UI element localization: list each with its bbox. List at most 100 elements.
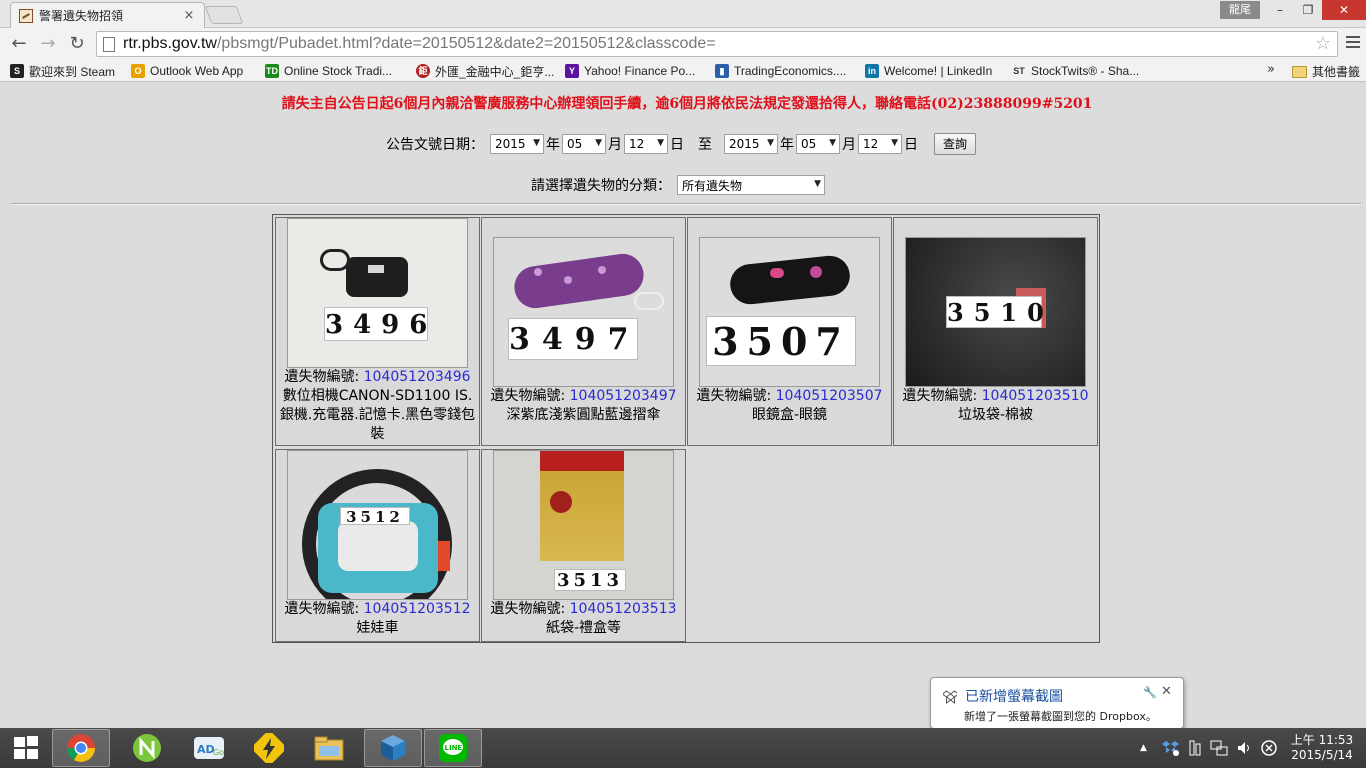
reload-icon[interactable]: ↻ <box>66 32 88 56</box>
item-photo[interactable]: 3513 <box>493 450 674 600</box>
dropbox-icon <box>943 690 957 704</box>
new-tab-button[interactable] <box>204 6 244 24</box>
action-center-tray-icon[interactable] <box>1260 728 1278 768</box>
other-bookmarks-folder[interactable]: 其他書籤 <box>1292 63 1360 80</box>
item-number-tag: 3510 <box>946 296 1054 328</box>
item-label: 遺失物編號: 104051203512 娃娃車 <box>276 600 479 638</box>
lightning-app-icon <box>254 733 284 763</box>
item-photo[interactable]: 3507 <box>699 237 880 387</box>
browser-tab[interactable]: 警署遺失物招領 × <box>10 2 205 28</box>
unit-month: 月 <box>842 137 856 153</box>
line-icon: LINE <box>439 734 467 762</box>
device-tray-icon[interactable] <box>1188 728 1202 768</box>
browser-titlebar: 警署遺失物招領 × 龍尾 – ❐ ✕ <box>0 0 1366 28</box>
page-content: 請失主自公告日起6個月內親洽警廣服務中心辦理領回手續，逾6個月將依民法規定發還拾… <box>0 83 1366 728</box>
unit-month: 月 <box>608 137 622 153</box>
lost-item-card: 3497 遺失物編號: 104051203497 深紫底淺紫圓點藍邊摺傘 <box>481 217 686 446</box>
taskbar-chrome[interactable] <box>52 729 110 767</box>
item-label: 遺失物編號: 104051203497 深紫底淺紫圓點藍邊摺傘 <box>482 387 685 425</box>
volume-tray-icon[interactable] <box>1236 728 1252 768</box>
from-day-select[interactable]: 12 <box>624 134 668 154</box>
bookmarks-bar: S 歡迎來到 Steam O Outlook Web App TD Online… <box>0 60 1366 82</box>
category-select[interactable]: 所有遺失物 <box>677 175 825 195</box>
toast-body: 新增了一張螢幕截圖到您的 Dropbox。 <box>964 710 1157 723</box>
file-explorer-icon <box>314 736 344 761</box>
bookmark-yahoo[interactable]: Y Yahoo! Finance Po... <box>565 62 695 80</box>
item-id-link[interactable]: 104051203496 <box>364 369 471 385</box>
dropbox-notification[interactable]: 已新增螢幕截圖 新增了一張螢幕截圖到您的 Dropbox。 🔧 ✕ <box>930 677 1184 739</box>
item-photo[interactable]: 3512 <box>287 450 468 600</box>
query-button[interactable]: 查詢 <box>934 133 976 155</box>
taskbar-virtualbox[interactable] <box>364 729 422 767</box>
item-number-tag: 3512 <box>340 507 410 526</box>
address-bar[interactable]: rtr.pbs.gov.tw/pbsmgt/Pubadet.html?date=… <box>96 31 1338 57</box>
item-description: 垃圾袋-棉被 <box>957 407 1034 423</box>
to-year-select[interactable]: 2015 <box>724 134 778 154</box>
item-photo[interactable]: 3496 <box>287 218 468 368</box>
to-month-select[interactable]: 05 <box>796 134 840 154</box>
windows-taskbar: AD Go LINE ▲ 上午 11:53 2015/5/14 <box>0 728 1366 768</box>
from-year-select[interactable]: 2015 <box>490 134 544 154</box>
item-photo[interactable]: 3510 <box>905 237 1086 387</box>
to-day-select[interactable]: 12 <box>858 134 902 154</box>
bookmark-td[interactable]: TD Online Stock Tradi... <box>265 62 392 80</box>
taskbar-adgo[interactable]: AD Go <box>180 729 238 767</box>
browser-toolbar: ← → ↻ rtr.pbs.gov.tw/pbsmgt/Pubadet.html… <box>0 28 1366 60</box>
minimize-button[interactable]: – <box>1266 0 1294 20</box>
taskbar-line[interactable]: LINE <box>424 729 482 767</box>
unit-year: 年 <box>546 137 560 153</box>
toast-close-icon[interactable]: ✕ <box>1161 684 1172 699</box>
item-id-prefix: 遺失物編號: <box>902 388 982 404</box>
item-id-link[interactable]: 104051203497 <box>570 388 677 404</box>
folder-icon <box>1292 65 1307 78</box>
bookmark-steam[interactable]: S 歡迎來到 Steam <box>10 62 115 80</box>
item-number-tag: 3507 <box>706 316 856 366</box>
claim-notice: 請失主自公告日起6個月內親洽警廣服務中心辦理領回手續，逾6個月將依民法規定發還拾… <box>281 96 1093 112</box>
profile-badge[interactable]: 龍尾 <box>1220 1 1260 19</box>
from-month-select[interactable]: 05 <box>562 134 606 154</box>
item-description: 眼鏡盒-眼鏡 <box>751 407 828 423</box>
bookmark-outlook[interactable]: O Outlook Web App <box>131 62 243 80</box>
bookmark-linkedin[interactable]: in Welcome! | LinkedIn <box>865 62 992 80</box>
forward-arrow-icon[interactable]: → <box>37 32 59 56</box>
to-word: 至 <box>698 137 712 153</box>
bookmarks-overflow-chevron-icon[interactable]: » <box>1267 62 1275 77</box>
system-clock[interactable]: 上午 11:53 2015/5/14 <box>1284 733 1360 763</box>
close-window-button[interactable]: ✕ <box>1322 0 1366 20</box>
network-tray-icon[interactable] <box>1210 728 1228 768</box>
item-number-tag: 3496 <box>324 307 428 341</box>
unit-day: 日 <box>670 137 684 153</box>
clock-time: 上午 11:53 <box>1290 733 1354 747</box>
item-id-link[interactable]: 104051203510 <box>982 388 1089 404</box>
lost-item-card: 3512 遺失物編號: 104051203512 娃娃車 <box>275 449 480 642</box>
bookmark-cnyes[interactable]: 鉅 外匯_金融中心_鉅亨... <box>416 62 554 80</box>
item-id-link[interactable]: 104051203513 <box>570 601 677 617</box>
steam-icon: S <box>10 64 24 78</box>
item-label: 遺失物編號: 104051203507 眼鏡盒-眼鏡 <box>688 387 891 425</box>
tab-close-icon[interactable]: × <box>182 8 196 23</box>
taskbar-lightning-app[interactable] <box>240 729 298 767</box>
item-photo[interactable]: 3497 <box>493 237 674 387</box>
item-id-link[interactable]: 104051203507 <box>776 388 883 404</box>
maximize-button[interactable]: ❐ <box>1294 0 1322 20</box>
tray-expand-icon[interactable]: ▲ <box>1140 728 1147 768</box>
taskbar-file-explorer[interactable] <box>300 729 358 767</box>
toast-title: 已新增螢幕截圖 <box>965 689 1063 705</box>
item-description: 深紫底淺紫圓點藍邊摺傘 <box>506 407 661 423</box>
taskbar-n-app[interactable] <box>118 729 176 767</box>
back-arrow-icon[interactable]: ← <box>8 32 30 56</box>
svg-text:AD: AD <box>197 743 215 756</box>
item-id-prefix: 遺失物編號: <box>490 388 570 404</box>
bookmark-stocktwits[interactable]: ST StockTwits® - Sha... <box>1012 62 1139 80</box>
dropbox-tray-icon[interactable] <box>1162 728 1180 768</box>
windows-start-icon[interactable] <box>14 736 40 760</box>
stocktwits-icon: ST <box>1012 64 1026 78</box>
settings-wrench-icon[interactable]: 🔧 <box>1143 686 1157 699</box>
clock-date: 2015/5/14 <box>1291 748 1353 762</box>
tab-title: 警署遺失物招領 <box>39 9 124 23</box>
bookmark-tradingeconomics[interactable]: ▮ TradingEconomics.... <box>715 62 846 80</box>
chrome-menu-icon[interactable] <box>1346 36 1360 50</box>
item-id-link[interactable]: 104051203512 <box>364 601 471 617</box>
td-icon: TD <box>265 64 279 78</box>
bookmark-star-icon[interactable]: ☆ <box>1315 33 1331 54</box>
